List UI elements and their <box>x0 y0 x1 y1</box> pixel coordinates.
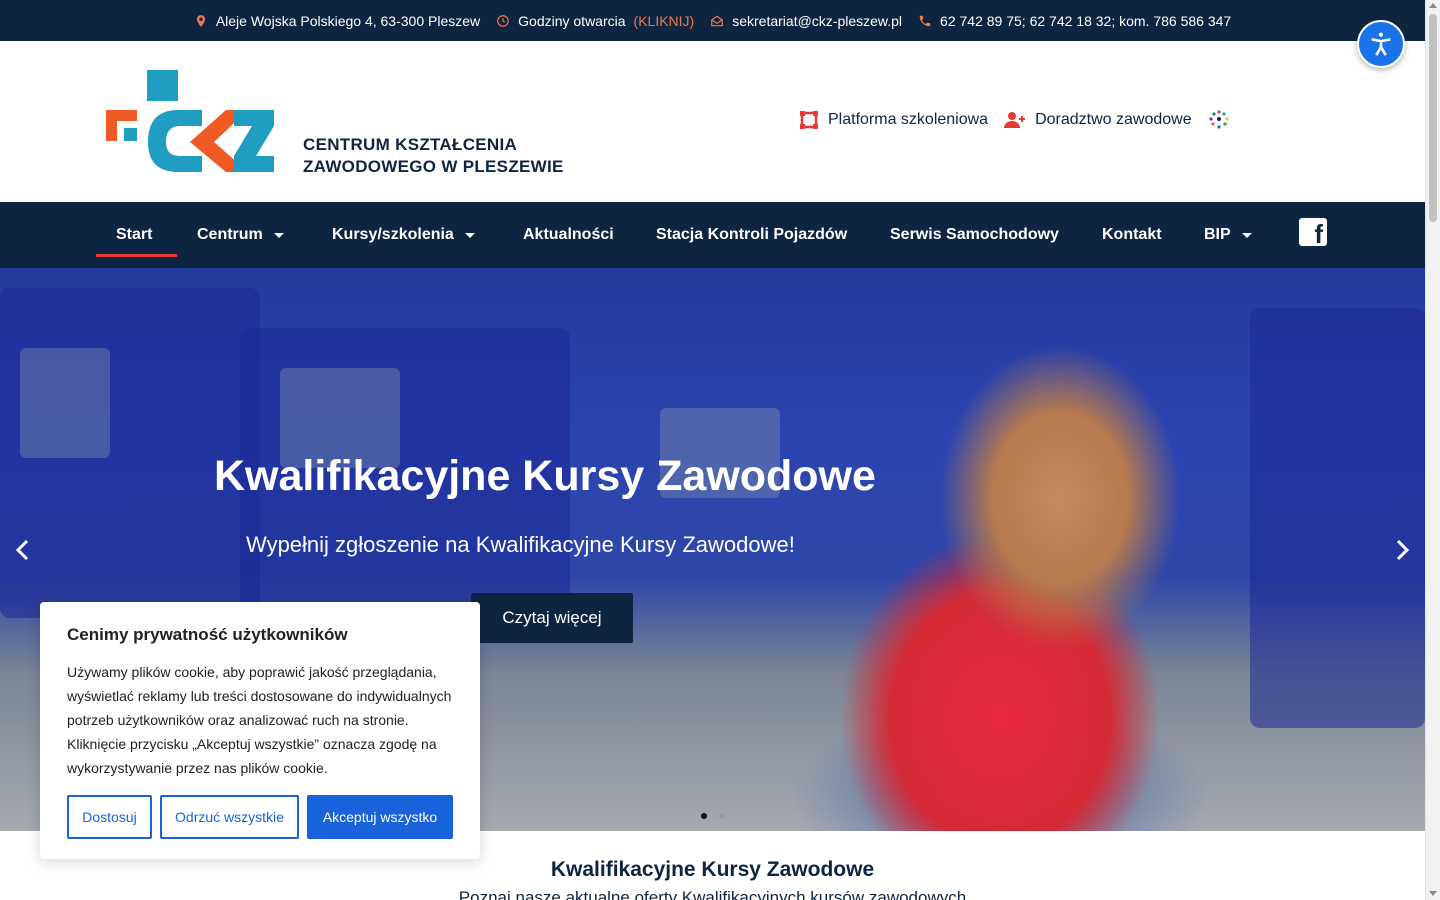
nav-label: Aktualności <box>523 226 614 243</box>
slider-dot-1[interactable] <box>701 813 707 819</box>
accessibility-button[interactable] <box>1357 20 1405 68</box>
section-subtitle: Poznaj nasze aktualne oferty Kwalifikacy… <box>458 888 967 900</box>
logo-title: CENTRUM KSZTAŁCENIA ZAWODOWEGO W PLESZEW… <box>303 134 564 178</box>
nav-label: Start <box>116 226 153 243</box>
nav-item-aktualnosci[interactable]: Aktualności <box>523 202 614 268</box>
read-more-button[interactable]: Czytaj więcej <box>471 593 633 643</box>
cookie-title: Cenimy prywatność użytkowników <box>67 625 348 644</box>
dots-emblem-icon[interactable] <box>1208 109 1230 131</box>
caret-down-icon <box>273 232 284 238</box>
facebook-icon[interactable]: f <box>1299 218 1327 248</box>
top-info-bar: Aleje Wojska Polskiego 4, 63-300 Pleszew… <box>0 0 1425 41</box>
slider-dot-2[interactable] <box>719 813 725 819</box>
platform-label: Platforma szkoleniowa <box>828 111 989 128</box>
accessibility-icon <box>1371 32 1391 56</box>
nav-label: BIP <box>1204 226 1231 243</box>
nav-item-bip[interactable]: BIP <box>1204 202 1252 268</box>
nav-item-kontakt[interactable]: Kontakt <box>1102 202 1162 268</box>
scroll-up-arrow-icon[interactable] <box>1429 3 1437 8</box>
slider-prev-arrow[interactable] <box>12 538 34 562</box>
main-nav: Start Centrum Kursy/szkolenia Aktualnośc… <box>0 202 1425 268</box>
truck-window <box>20 348 110 458</box>
site-header: CENTRUM KSZTAŁCENIA ZAWODOWEGO W PLESZEW… <box>0 41 1425 202</box>
nav-active-indicator <box>96 254 177 257</box>
hours-item[interactable]: Godziny otwarcia (KLIKNIJ) <box>496 13 694 29</box>
nav-item-start[interactable]: Start <box>116 202 152 268</box>
logo-line-1: CENTRUM KSZTAŁCENIA <box>303 135 518 154</box>
phone-icon <box>919 15 931 26</box>
cookie-reject-button[interactable]: Odrzuć wszystkie <box>160 795 299 839</box>
counseling-link[interactable]: Doradztwo zawodowe <box>1004 111 1192 129</box>
phone-text: 62 742 89 75; 62 742 18 32; kom. 786 586… <box>940 12 1232 29</box>
cookie-accept-button[interactable]: Akceptuj wszystko <box>307 795 453 839</box>
nav-item-stacja-kontroli[interactable]: Stacja Kontroli Pojazdów <box>656 202 847 268</box>
address-text: Aleje Wojska Polskiego 4, 63-300 Pleszew <box>215 12 481 29</box>
cookie-text: Używamy plików cookie, aby poprawić jako… <box>67 664 452 776</box>
platform-link[interactable]: Platforma szkoleniowa <box>799 110 988 130</box>
nav-item-centrum[interactable]: Centrum <box>197 202 284 268</box>
chevron-left-icon <box>15 539 29 561</box>
caret-down-icon <box>1241 232 1252 238</box>
location-pin-icon <box>196 14 205 27</box>
chevron-right-icon <box>1396 539 1410 561</box>
hours-label: Godziny otwarcia <box>518 12 626 29</box>
clock-icon <box>497 14 509 27</box>
section-title: Kwalifikacyjne Kursy Zawodowe <box>550 858 875 881</box>
hero-subtitle: Wypełnij zgłoszenie na Kwalifikacyjne Ku… <box>246 532 795 557</box>
nav-label: Kursy/szkolenia <box>332 226 454 243</box>
nav-item-kursy[interactable]: Kursy/szkolenia <box>332 202 475 268</box>
nav-label: Kontakt <box>1102 226 1162 243</box>
scrollbar-thumb[interactable] <box>1429 14 1437 222</box>
page-scrollbar[interactable] <box>1425 0 1440 900</box>
platform-icon <box>800 111 818 129</box>
nav-label: Serwis Samochodowy <box>890 226 1059 243</box>
nav-label: Centrum <box>197 226 263 243</box>
hours-link[interactable]: (KLIKNIJ) <box>634 13 695 29</box>
email-item[interactable]: sekretariat@ckz-pleszew.pl <box>710 13 902 29</box>
nav-item-serwis[interactable]: Serwis Samochodowy <box>890 202 1059 268</box>
user-plus-icon <box>1004 112 1026 128</box>
envelope-open-icon <box>711 15 724 26</box>
logo-line-2: ZAWODOWEGO W PLESZEWIE <box>303 157 564 176</box>
truck-shape <box>1250 308 1425 728</box>
counseling-label: Doradztwo zawodowe <box>1035 111 1192 128</box>
header-links: Platforma szkoleniowa Doradztwo zawodowe <box>799 109 1230 131</box>
slider-next-arrow[interactable] <box>1391 538 1413 562</box>
email-link[interactable]: sekretariat@ckz-pleszew.pl <box>732 13 902 29</box>
nav-label: Stacja Kontroli Pojazdów <box>656 226 848 243</box>
caret-down-icon <box>464 232 475 238</box>
hero-title: Kwalifikacyjne Kursy Zawodowe <box>214 452 876 500</box>
phone-item: 62 742 89 75; 62 742 18 32; kom. 786 586… <box>918 13 1231 29</box>
scroll-down-arrow-icon[interactable] <box>1429 891 1437 896</box>
address-item: Aleje Wojska Polskiego 4, 63-300 Pleszew <box>194 13 480 29</box>
cookie-customize-button[interactable]: Dostosuj <box>67 795 152 839</box>
cookie-consent-banner: Cenimy prywatność użytkowników Używamy p… <box>40 602 480 859</box>
